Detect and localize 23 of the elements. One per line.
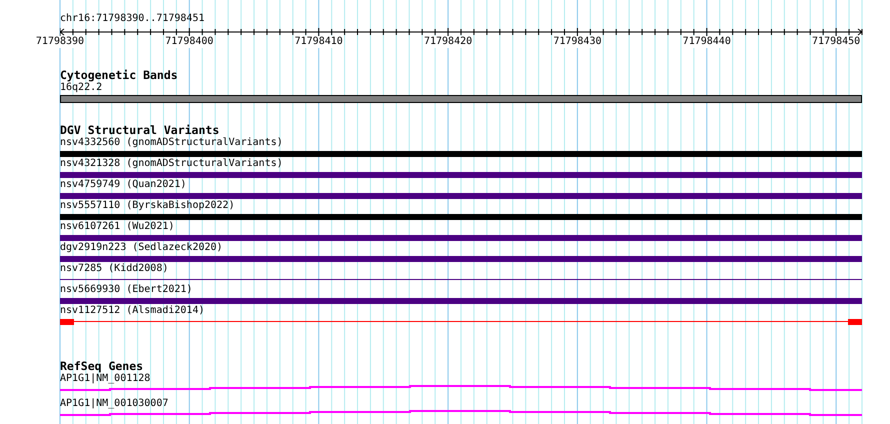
track-title: Cytogenetic Bands [60,69,179,82]
location-label: chr16:71798390..71798451 [60,13,206,25]
feature-label: nsv7285 (Kidd2008) [60,263,170,275]
feature-label: AP1G1|NM_001030007 [60,398,170,410]
feature-label: nsv5669930 (Ebert2021) [60,284,194,296]
feature-label: nsv4321328 (gnomADStructuralVariants) [60,158,284,170]
feature-label: nsv5557110 (ByrskaBishop2022) [60,200,236,212]
ruler-label: 71798400 [165,36,214,48]
ruler-label: 71798450 [812,36,860,48]
ruler-label: 71798440 [682,36,731,48]
ruler-label: 71798390 [36,36,84,48]
feature-label: 16q22.2 [60,82,104,94]
feature-label: nsv1127512 (Alsmadi2014) [60,305,206,317]
ruler-label: 71798420 [424,36,472,48]
track-title: RefSeq Genes [60,360,144,373]
feature-label: nsv6107261 (Wu2021) [60,221,176,233]
feature-label: nsv4759749 (Quan2021) [60,179,188,191]
ruler-label: 71798410 [294,36,343,48]
track-title: DGV Structural Variants [60,124,220,137]
feature-label: dgv2919n223 (Sedlazeck2020) [60,242,224,254]
feature-label: nsv4332560 (gnomADStructuralVariants) [60,137,284,149]
ruler-label: 71798430 [553,36,602,48]
feature-label: AP1G1|NM_001128 [60,373,152,385]
